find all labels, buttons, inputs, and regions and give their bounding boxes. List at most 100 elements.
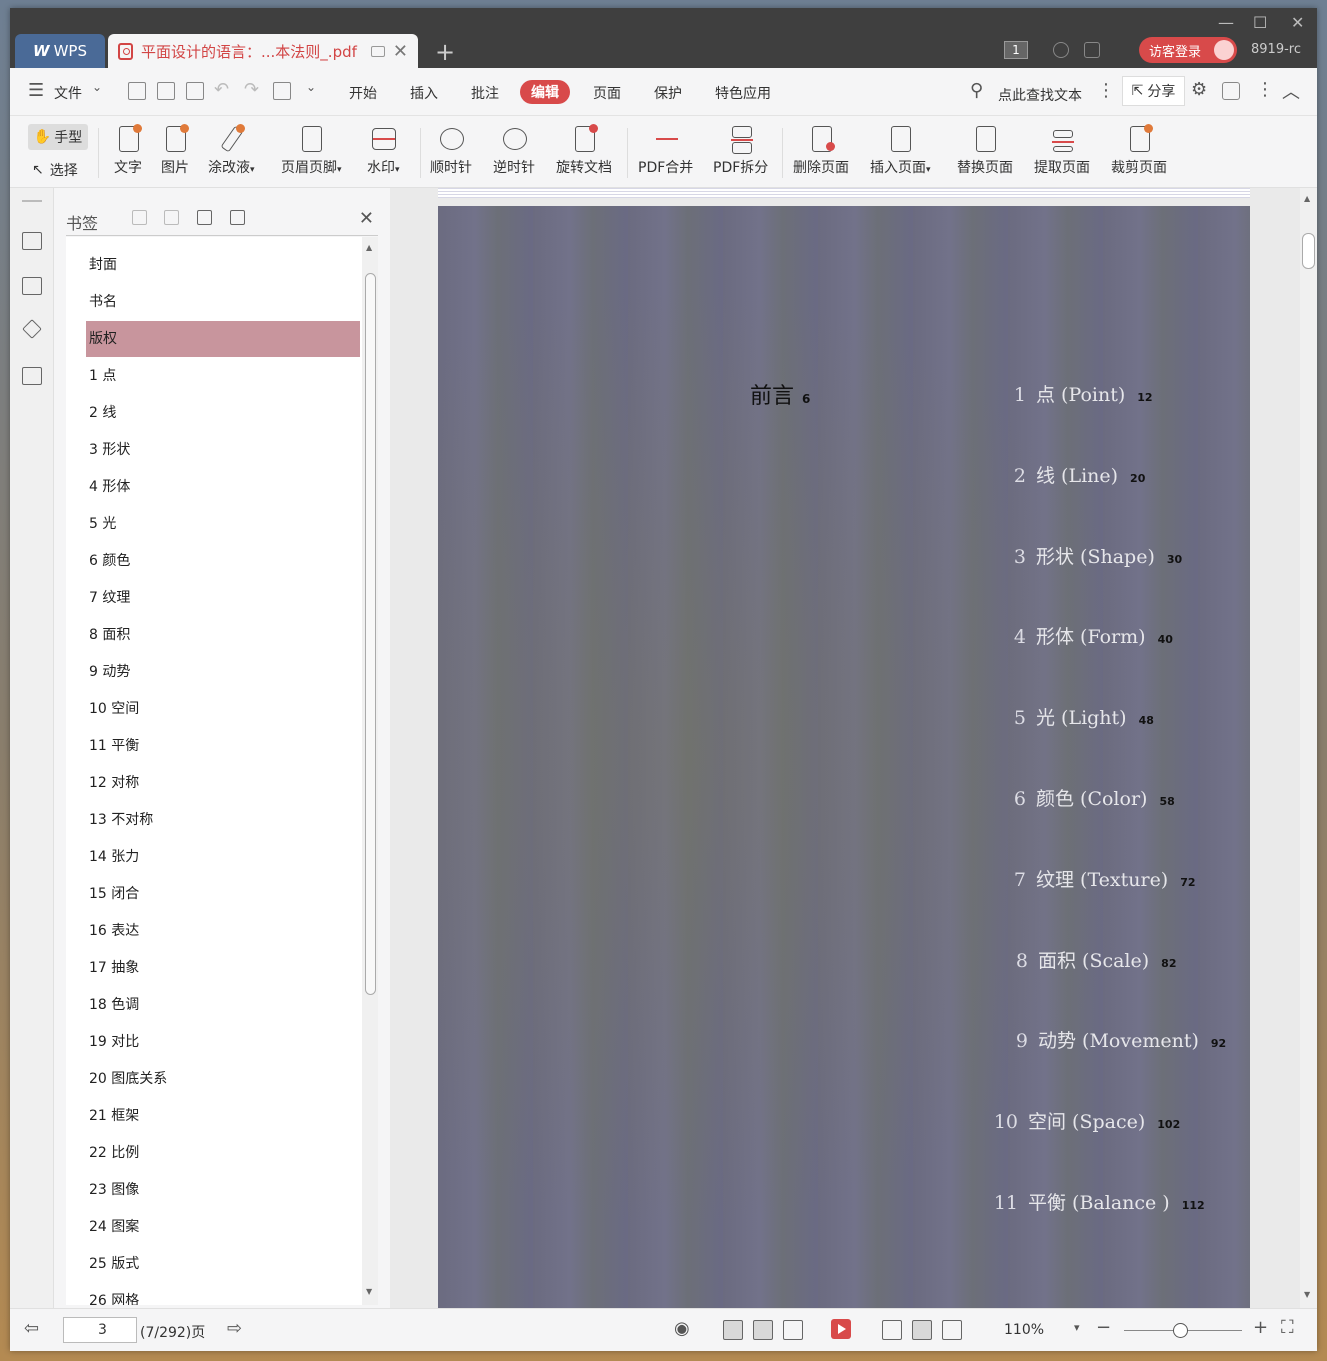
scroll-up-icon[interactable]: ▲ (366, 243, 372, 252)
bookmark-item[interactable]: 4 形体 (86, 469, 360, 505)
menu-insert[interactable]: 插入 (410, 83, 438, 103)
delete-page-button[interactable]: 删除页面 (793, 124, 849, 177)
fit-page-icon[interactable] (912, 1320, 932, 1340)
bookmark-item[interactable]: 10 空间 (86, 691, 360, 727)
zoom-out-icon[interactable]: − (1096, 1317, 1111, 1338)
hand-tool-button[interactable]: ✋ 手型 (28, 124, 88, 150)
page-number-input[interactable]: 3 (63, 1317, 137, 1343)
bookmark-item[interactable]: 14 张力 (86, 839, 360, 875)
share-button[interactable]: ⇱ 分享 (1122, 76, 1185, 106)
extract-page-button[interactable]: 提取页面 (1034, 124, 1090, 177)
bookmark-item[interactable]: 书名 (86, 284, 360, 320)
bookmark-item[interactable]: 13 不对称 (86, 802, 360, 838)
document-scroll-thumb[interactable] (1302, 233, 1315, 269)
thumbnail-icon[interactable] (22, 277, 42, 295)
bookmark-item[interactable]: 1 点 (86, 358, 360, 394)
document-view[interactable]: 前言 6 1 点 (Point) 12 2 线 (Line) 20 3 形状 (Shape) 30… (390, 188, 1300, 1308)
bookmark-item[interactable]: 11 平衡 (86, 728, 360, 764)
bookmark-item[interactable]: 9 动势 (86, 654, 360, 690)
add-bookmark-icon[interactable] (197, 210, 212, 225)
menu-page[interactable]: 页面 (593, 83, 621, 103)
bookmark-list-icon[interactable] (22, 232, 42, 250)
skin-icon[interactable] (1053, 42, 1069, 58)
single-page-icon[interactable] (753, 1320, 773, 1340)
play-slideshow-icon[interactable] (831, 1319, 851, 1339)
shirt-icon[interactable] (1084, 42, 1100, 58)
open-icon[interactable] (128, 82, 146, 100)
chevron-down-icon[interactable]: ⌄ (92, 80, 102, 94)
print-icon[interactable] (186, 82, 204, 100)
bookmark-item[interactable]: 3 形状 (86, 432, 360, 468)
bookmark-item[interactable]: 2 线 (86, 395, 360, 431)
zoom-in-icon[interactable]: + (1253, 1317, 1268, 1338)
guest-login-button[interactable]: 访客登录 (1139, 37, 1237, 63)
bookmark-scroll-thumb[interactable] (365, 273, 376, 995)
rotate-counterclockwise-button[interactable]: 逆时针 (493, 124, 535, 177)
continuous-view-icon[interactable] (723, 1320, 743, 1340)
bookmark-item[interactable]: 16 表达 (86, 913, 360, 949)
bookmark-item[interactable]: 17 抽象 (86, 950, 360, 986)
bookmark-scrollbar[interactable]: ▲ ▼ (362, 237, 378, 1305)
fullscreen-icon[interactable]: ⛶ (1281, 1317, 1294, 1338)
bookmark-item[interactable]: 25 版式 (86, 1246, 360, 1282)
minimize-icon[interactable]: — (1218, 13, 1234, 32)
quick-access-more-icon[interactable]: ⌄ (306, 80, 316, 94)
watermark-button[interactable]: 水印▾ (367, 124, 400, 177)
select-tool-button[interactable]: ↖ 选择 (32, 160, 78, 180)
wps-home-tab[interactable]: W WPS (15, 34, 105, 68)
rotate-document-button[interactable]: 旋转文档 (556, 124, 612, 177)
document-scrollbar[interactable]: ▲ ▼ (1300, 188, 1317, 1308)
bookmark-item[interactable]: 封面 (86, 247, 360, 283)
file-menu[interactable]: 文件 (54, 83, 82, 103)
close-tab-icon[interactable]: ✕ (393, 41, 408, 62)
menu-edit[interactable]: 编辑 (520, 80, 570, 104)
redo-icon[interactable]: ↷ (244, 79, 259, 100)
bookmark-item[interactable]: 版权 (86, 321, 360, 357)
bookmark-item[interactable]: 19 对比 (86, 1024, 360, 1060)
bookmark-item[interactable]: 24 图案 (86, 1209, 360, 1245)
menu-start[interactable]: 开始 (349, 83, 377, 103)
signature-icon[interactable] (22, 367, 42, 385)
message-icon[interactable] (1222, 82, 1240, 100)
eye-protection-icon[interactable]: ◉ (674, 1318, 690, 1339)
search-icon[interactable]: ⚲ (970, 80, 983, 101)
rotate-clockwise-button[interactable]: 顺时针 (430, 124, 472, 177)
image-edit-button[interactable]: 图片 (161, 124, 189, 177)
annotation-icon[interactable] (22, 319, 42, 339)
export-icon[interactable] (273, 82, 291, 100)
correction-fluid-button[interactable]: 涂改液▾ (208, 124, 255, 177)
replace-page-button[interactable]: 替换页面 (957, 124, 1013, 177)
new-tab-button[interactable]: + (435, 38, 455, 66)
screen-icon[interactable] (370, 45, 385, 57)
actual-size-icon[interactable] (882, 1320, 902, 1340)
crop-page-button[interactable]: 裁剪页面 (1111, 124, 1167, 177)
bookmark-item[interactable]: 12 对称 (86, 765, 360, 801)
bookmark-item[interactable]: 23 图像 (86, 1172, 360, 1208)
collapse-all-icon[interactable] (164, 210, 179, 225)
bookmark-settings-icon[interactable] (230, 210, 245, 225)
menu-protect[interactable]: 保护 (654, 83, 682, 103)
bookmark-item[interactable]: 21 框架 (86, 1098, 360, 1134)
two-page-icon[interactable] (783, 1320, 803, 1340)
collapse-ribbon-icon[interactable]: ︿ (1282, 78, 1300, 104)
more-options-icon[interactable]: ⋮ (1256, 79, 1274, 100)
window-count-badge[interactable]: 1 (1004, 41, 1028, 59)
expand-all-icon[interactable] (132, 210, 147, 225)
bookmark-item[interactable]: 5 光 (86, 506, 360, 542)
previous-page-icon[interactable]: ⇦ (24, 1318, 39, 1339)
header-footer-button[interactable]: 页眉页脚▾ (281, 124, 342, 177)
zoom-dropdown-icon[interactable]: ▾ (1074, 1321, 1080, 1334)
close-window-icon[interactable]: ✕ (1291, 13, 1304, 32)
scroll-down-icon[interactable]: ▼ (1304, 1290, 1310, 1299)
save-icon[interactable] (157, 82, 175, 100)
search-text-field[interactable]: 点此查找文本 (998, 85, 1082, 105)
close-panel-icon[interactable]: ✕ (359, 208, 374, 229)
document-tab[interactable]: 平面设计的语言：...本法则_.pdf ✕ (108, 34, 418, 68)
maximize-icon[interactable]: ☐ (1253, 13, 1267, 32)
pdf-merge-button[interactable]: PDF合并 (638, 124, 693, 177)
bookmark-item[interactable]: 6 颜色 (86, 543, 360, 579)
bookmark-item[interactable]: 15 闭合 (86, 876, 360, 912)
undo-icon[interactable]: ↶ (214, 79, 229, 100)
insert-page-button[interactable]: 插入页面▾ (870, 124, 931, 177)
menu-special-apps[interactable]: 特色应用 (715, 83, 771, 103)
